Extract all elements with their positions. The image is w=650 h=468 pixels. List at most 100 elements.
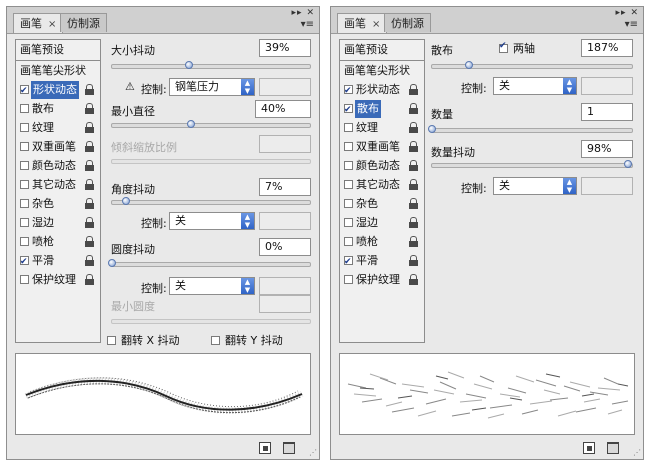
option-checkbox[interactable] bbox=[344, 199, 353, 208]
lock-icon[interactable] bbox=[409, 217, 418, 228]
sidebar-item[interactable]: 双重画笔 bbox=[342, 138, 422, 156]
new-brush-icon[interactable] bbox=[583, 442, 595, 454]
sidebar-item[interactable]: 湿边 bbox=[342, 214, 422, 232]
flip-y-checkbox-box[interactable] bbox=[211, 336, 220, 345]
sidebar-item[interactable]: 纹理 bbox=[342, 119, 422, 137]
both-axes-checkbox-box[interactable] bbox=[499, 41, 508, 53]
count-jitter-slider[interactable] bbox=[431, 160, 633, 168]
trash-icon[interactable] bbox=[607, 442, 619, 454]
panel-menu-icon[interactable]: ▾≡ bbox=[301, 19, 314, 30]
lock-icon[interactable] bbox=[409, 255, 418, 266]
roundness-control-select[interactable]: 关 ▲ ▼ bbox=[169, 277, 255, 295]
option-checkbox[interactable] bbox=[20, 237, 29, 246]
lock-icon[interactable] bbox=[85, 84, 94, 95]
min-diameter-knob[interactable] bbox=[187, 120, 196, 128]
count-knob[interactable] bbox=[428, 125, 436, 133]
option-checkbox[interactable] bbox=[20, 275, 29, 284]
option-checkbox[interactable] bbox=[20, 218, 29, 227]
lock-icon[interactable] bbox=[85, 274, 94, 285]
tab-close-icon[interactable]: × bbox=[48, 19, 56, 30]
trash-icon[interactable] bbox=[283, 442, 295, 454]
min-diameter-input[interactable]: 40% bbox=[255, 100, 311, 118]
sidebar-item[interactable]: 形状动态 bbox=[342, 81, 422, 100]
sidebar-item[interactable]: 喷枪 bbox=[18, 233, 98, 251]
brush-tip-shape-item[interactable]: 画笔笔尖形状 bbox=[18, 62, 98, 80]
option-checkbox[interactable] bbox=[344, 180, 353, 189]
collapse-icon[interactable]: ▸▸ bbox=[616, 8, 627, 18]
sidebar-item[interactable]: 平滑 bbox=[342, 252, 422, 271]
count-jitter-input[interactable]: 98% bbox=[581, 140, 633, 158]
sidebar-item[interactable]: 湿边 bbox=[18, 214, 98, 232]
option-checkbox[interactable] bbox=[344, 253, 353, 271]
lock-icon[interactable] bbox=[85, 103, 94, 114]
lock-icon[interactable] bbox=[85, 198, 94, 209]
count-slider[interactable] bbox=[428, 125, 633, 133]
scatter-knob[interactable] bbox=[465, 61, 474, 69]
angle-jitter-input[interactable]: 7% bbox=[259, 178, 311, 196]
lock-icon[interactable] bbox=[85, 141, 94, 152]
count-input[interactable]: 1 bbox=[581, 103, 633, 121]
option-checkbox[interactable] bbox=[344, 123, 353, 132]
angle-control-select[interactable]: 关 ▲ ▼ bbox=[169, 212, 255, 230]
lock-icon[interactable] bbox=[85, 160, 94, 171]
sidebar-item[interactable]: 平滑 bbox=[18, 252, 98, 271]
roundness-jitter-slider[interactable] bbox=[108, 259, 311, 267]
option-checkbox[interactable] bbox=[20, 123, 29, 132]
sidebar-item[interactable]: 双重画笔 bbox=[18, 138, 98, 156]
option-checkbox[interactable] bbox=[344, 161, 353, 170]
lock-icon[interactable] bbox=[409, 84, 418, 95]
brush-presets-button[interactable]: 画笔预设 bbox=[16, 40, 100, 61]
scatter-input[interactable]: 187% bbox=[581, 39, 633, 57]
lock-icon[interactable] bbox=[85, 236, 94, 247]
angle-jitter-slider[interactable] bbox=[111, 197, 311, 205]
tab-brush[interactable]: 画笔 × bbox=[337, 13, 388, 33]
brush-presets-button[interactable]: 画笔预设 bbox=[340, 40, 424, 61]
scatter-slider[interactable] bbox=[431, 61, 633, 69]
option-checkbox[interactable] bbox=[344, 218, 353, 227]
size-jitter-knob[interactable] bbox=[185, 61, 194, 69]
lock-icon[interactable] bbox=[409, 179, 418, 190]
option-checkbox[interactable] bbox=[344, 275, 353, 284]
resize-grip-icon[interactable]: ⋰ bbox=[633, 448, 641, 457]
sidebar-item[interactable]: 其它动态 bbox=[342, 176, 422, 194]
lock-icon[interactable] bbox=[409, 274, 418, 285]
sidebar-item[interactable]: 保护纹理 bbox=[342, 271, 422, 289]
option-checkbox[interactable] bbox=[20, 161, 29, 170]
tab-clone-source[interactable]: 仿制源 bbox=[60, 13, 107, 32]
flip-x-jitter-checkbox[interactable]: 翻转 X 抖动 bbox=[107, 332, 180, 348]
close-panel-icon[interactable]: ✕ bbox=[630, 8, 639, 18]
sidebar-item[interactable]: 喷枪 bbox=[342, 233, 422, 251]
lock-icon[interactable] bbox=[85, 179, 94, 190]
sidebar-item[interactable]: 散布 bbox=[18, 100, 98, 118]
option-checkbox[interactable] bbox=[20, 180, 29, 189]
option-checkbox[interactable] bbox=[344, 82, 353, 100]
lock-icon[interactable] bbox=[409, 160, 418, 171]
tab-brush[interactable]: 画笔 × bbox=[13, 13, 64, 33]
lock-icon[interactable] bbox=[409, 141, 418, 152]
roundness-jitter-knob[interactable] bbox=[108, 259, 116, 267]
option-checkbox[interactable] bbox=[20, 253, 29, 271]
option-checkbox[interactable] bbox=[20, 104, 29, 113]
option-checkbox[interactable] bbox=[344, 237, 353, 246]
lock-icon[interactable] bbox=[85, 255, 94, 266]
sidebar-item[interactable]: 保护纹理 bbox=[18, 271, 98, 289]
option-checkbox[interactable] bbox=[344, 142, 353, 151]
sidebar-item[interactable]: 散布 bbox=[342, 100, 422, 119]
collapse-icon[interactable]: ▸▸ bbox=[292, 8, 303, 18]
count-jitter-knob[interactable] bbox=[624, 160, 632, 168]
flip-y-jitter-checkbox[interactable]: 翻转 Y 抖动 bbox=[211, 332, 283, 348]
lock-icon[interactable] bbox=[85, 217, 94, 228]
option-checkbox[interactable] bbox=[344, 101, 353, 119]
brush-tip-shape-item[interactable]: 画笔笔尖形状 bbox=[342, 62, 422, 80]
option-checkbox[interactable] bbox=[20, 82, 29, 100]
tab-clone-source[interactable]: 仿制源 bbox=[384, 13, 431, 32]
size-jitter-slider[interactable] bbox=[111, 61, 311, 69]
sidebar-item[interactable]: 颜色动态 bbox=[18, 157, 98, 175]
lock-icon[interactable] bbox=[409, 103, 418, 114]
flip-x-checkbox-box[interactable] bbox=[107, 336, 116, 345]
both-axes-checkbox[interactable]: 两轴 bbox=[499, 40, 535, 56]
sidebar-item[interactable]: 颜色动态 bbox=[342, 157, 422, 175]
roundness-jitter-input[interactable]: 0% bbox=[259, 238, 311, 256]
sidebar-item[interactable]: 其它动态 bbox=[18, 176, 98, 194]
size-control-select[interactable]: 钢笔压力 ▲ ▼ bbox=[169, 78, 255, 96]
